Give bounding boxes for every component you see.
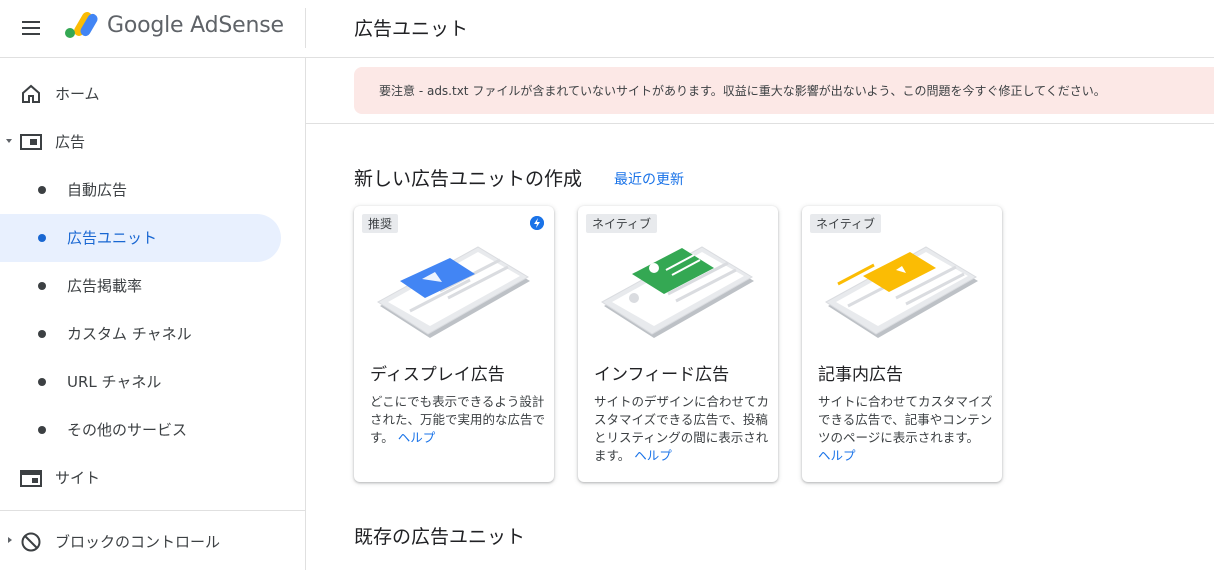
bullet-icon <box>38 426 46 434</box>
existing-section-title: 既存の広告ユニット <box>354 526 526 548</box>
bullet-icon <box>38 330 46 338</box>
top-app-bar: Google AdSense 広告ユニット <box>0 0 1214 57</box>
ad-unit-icon <box>20 134 42 150</box>
bullet-icon <box>38 186 46 194</box>
card-description: サイトのデザインに合わせてカスタマイズできる広告で、投稿とリスティングの間に表示… <box>594 393 770 465</box>
help-link[interactable]: ヘルプ <box>398 430 436 445</box>
header-divider <box>305 8 306 48</box>
native-badge: ネイティブ <box>586 214 658 233</box>
lightning-icon <box>530 216 544 230</box>
block-icon <box>21 532 41 552</box>
sidebar-item-label: URL チャネル <box>67 373 162 391</box>
sites-icon <box>20 470 42 487</box>
card-description: どこにでも表示できるよう設計された、万能で実用的な広告です。 ヘルプ <box>370 393 546 447</box>
card-description: サイトに合わせてカスタマイズできる広告で、記事やコンテンツのページに表示されます… <box>818 393 994 465</box>
bullet-icon <box>38 378 46 386</box>
sidebar-item-label: カスタム チャネル <box>67 325 192 343</box>
sidebar-item-ad-units[interactable]: 広告ユニット <box>0 214 281 262</box>
display-ad-card[interactable]: 推奨 ディスプレイ広告 どこにでも表示できるよう設計された、万能で実用的な広告で… <box>354 206 554 482</box>
native-badge: ネイティブ <box>810 214 882 233</box>
help-link[interactable]: ヘルプ <box>818 448 856 463</box>
chevron-right-icon[interactable] <box>8 537 12 543</box>
sidebar-item-label: 広告 <box>55 133 86 151</box>
sidebar-item-label: その他のサービス <box>67 421 188 439</box>
recommended-badge: 推奨 <box>362 214 399 233</box>
card-description-text: どこにでも表示できるよう設計された、万能で実用的な広告です。 <box>370 394 546 445</box>
sidebar-item-auto-ads[interactable]: 自動広告 <box>0 166 305 214</box>
sidebar-item-label: ホーム <box>55 85 100 103</box>
in-article-ad-illustration <box>825 246 978 338</box>
bullet-icon <box>38 282 46 290</box>
ads-txt-warning-banner: 要注意 - ads.txt ファイルが含まれていないサイトがあります。収益に重大… <box>354 67 1214 114</box>
sidebar-item-label: 広告ユニット <box>67 229 158 247</box>
sidebar-item-custom-channels[interactable]: カスタム チャネル <box>0 310 305 358</box>
card-description-text: サイトのデザインに合わせてカスタマイズできる広告で、投稿とリスティングの間に表示… <box>594 394 770 463</box>
card-title: インフィード広告 <box>594 365 730 385</box>
sidebar: ホーム 広告 自動広告 広告ユニット 広告掲載率 カスタム チャネル URL チ… <box>0 58 305 570</box>
sidebar-divider <box>0 510 305 511</box>
sidebar-item-home[interactable]: ホーム <box>0 70 305 118</box>
bullet-icon <box>38 234 46 242</box>
menu-icon[interactable] <box>19 18 43 38</box>
sidebar-item-label: 広告掲載率 <box>67 277 143 295</box>
sidebar-divider-line <box>305 58 306 570</box>
sidebar-item-label: 自動広告 <box>67 181 128 199</box>
adsense-logo-icon <box>65 12 98 38</box>
sidebar-item-ads[interactable]: 広告 <box>0 118 305 166</box>
sidebar-item-ad-coverage[interactable]: 広告掲載率 <box>0 262 305 310</box>
sidebar-item-label: ブロックのコントロール <box>55 533 221 551</box>
sidebar-item-label: サイト <box>55 469 101 487</box>
sidebar-item-url-channels[interactable]: URL チャネル <box>0 358 305 406</box>
card-title: 記事内広告 <box>818 365 903 385</box>
home-icon <box>22 84 40 103</box>
recent-updates-link[interactable]: 最近の更新 <box>614 169 684 189</box>
display-ad-illustration <box>377 246 530 338</box>
in-feed-ad-illustration <box>601 246 754 338</box>
chevron-down-icon[interactable] <box>6 139 12 143</box>
in-article-ad-card[interactable]: ネイティブ 記事内広告 サイトに合わせてカスタマイズできる広告で、記事やコンテン… <box>802 206 1002 482</box>
sidebar-item-sites[interactable]: サイト <box>0 454 305 502</box>
page-title: 広告ユニット <box>354 18 469 40</box>
warning-text: 要注意 - ads.txt ファイルが含まれていないサイトがあります。収益に重大… <box>379 84 1106 98</box>
in-feed-ad-card[interactable]: ネイティブ インフィード広告 サイトのデザインに合わせてカスタマイズできる広告で… <box>578 206 778 482</box>
brand-name[interactable]: Google AdSense <box>107 13 284 38</box>
card-title: ディスプレイ広告 <box>370 365 505 385</box>
sidebar-item-other-services[interactable]: その他のサービス <box>0 406 305 454</box>
card-description-text: サイトに合わせてカスタマイズできる広告で、記事やコンテンツのページに表示されます… <box>818 394 993 445</box>
main-divider <box>306 123 1214 124</box>
sidebar-item-blocking-controls[interactable]: ブロックのコントロール <box>0 518 305 566</box>
help-link[interactable]: ヘルプ <box>634 448 672 463</box>
create-section-title: 新しい広告ユニットの作成 <box>354 168 583 190</box>
